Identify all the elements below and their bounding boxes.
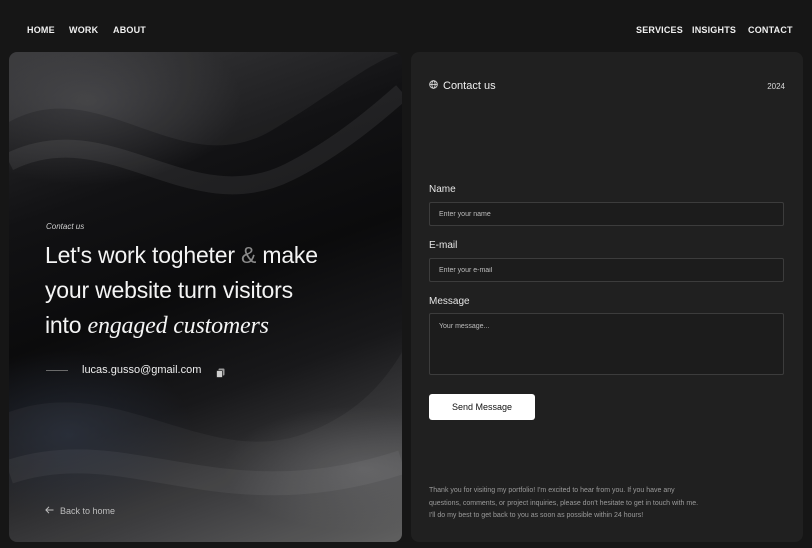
message-textarea[interactable] (429, 313, 784, 375)
contact-panel: Contact us 2024 Name E-mail Message Send… (411, 52, 803, 542)
email-input[interactable] (429, 258, 784, 282)
headline-part-2: make (262, 242, 318, 268)
contact-page: HOME WORK ABOUT SERVICES INSIGHTS CONTAC… (0, 0, 812, 548)
hero-kicker: Contact us (46, 222, 85, 231)
hero-card: Contact us Let's work togheter & make yo… (9, 52, 402, 542)
email-label: E-mail (429, 240, 458, 251)
nav-home[interactable]: HOME (27, 25, 55, 35)
arrow-left-icon (45, 506, 54, 516)
globe-icon (429, 80, 438, 92)
name-label: Name (429, 184, 456, 195)
headline-ampersand: & (241, 242, 257, 268)
back-to-home-label: Back to home (60, 506, 116, 516)
year-label: 2024 (767, 82, 785, 91)
note-line: I'll do my best to get back to you as so… (429, 512, 644, 519)
send-message-button[interactable]: Send Message (429, 394, 535, 420)
nav-work[interactable]: WORK (69, 25, 98, 35)
back-to-home-link[interactable]: Back to home (45, 506, 115, 516)
copy-icon[interactable] (216, 365, 225, 378)
email-row: lucas.gusso@gmail.com (46, 362, 225, 378)
nav-insights[interactable]: INSIGHTS (692, 25, 736, 35)
name-input[interactable] (429, 202, 784, 226)
note-line: questions, comments, or project inquirie… (429, 499, 699, 507)
note-line: Thank you for visiting my portfolio! I'm… (429, 487, 675, 494)
headline-line-2: your website turn visitors (45, 277, 293, 303)
contact-title: Contact us (443, 80, 496, 92)
nav-contact[interactable]: CONTACT (748, 25, 793, 35)
hero-headline: Let's work togheter & make your website … (45, 238, 385, 344)
headline-part-1: Let's work togheter (45, 242, 235, 268)
headline-line-3: into (45, 312, 82, 338)
nav-services[interactable]: SERVICES (636, 25, 683, 35)
thank-you-note: Thank you for visiting my portfolio! I'm… (429, 485, 759, 523)
contact-email[interactable]: lucas.gusso@gmail.com (82, 364, 201, 376)
top-nav: HOME WORK ABOUT SERVICES INSIGHTS CONTAC… (0, 0, 812, 52)
email-divider (46, 369, 68, 371)
contact-header: Contact us (429, 80, 496, 92)
message-label: Message (429, 296, 470, 307)
headline-emphasis: engaged customers (87, 313, 269, 339)
nav-about[interactable]: ABOUT (113, 25, 146, 35)
